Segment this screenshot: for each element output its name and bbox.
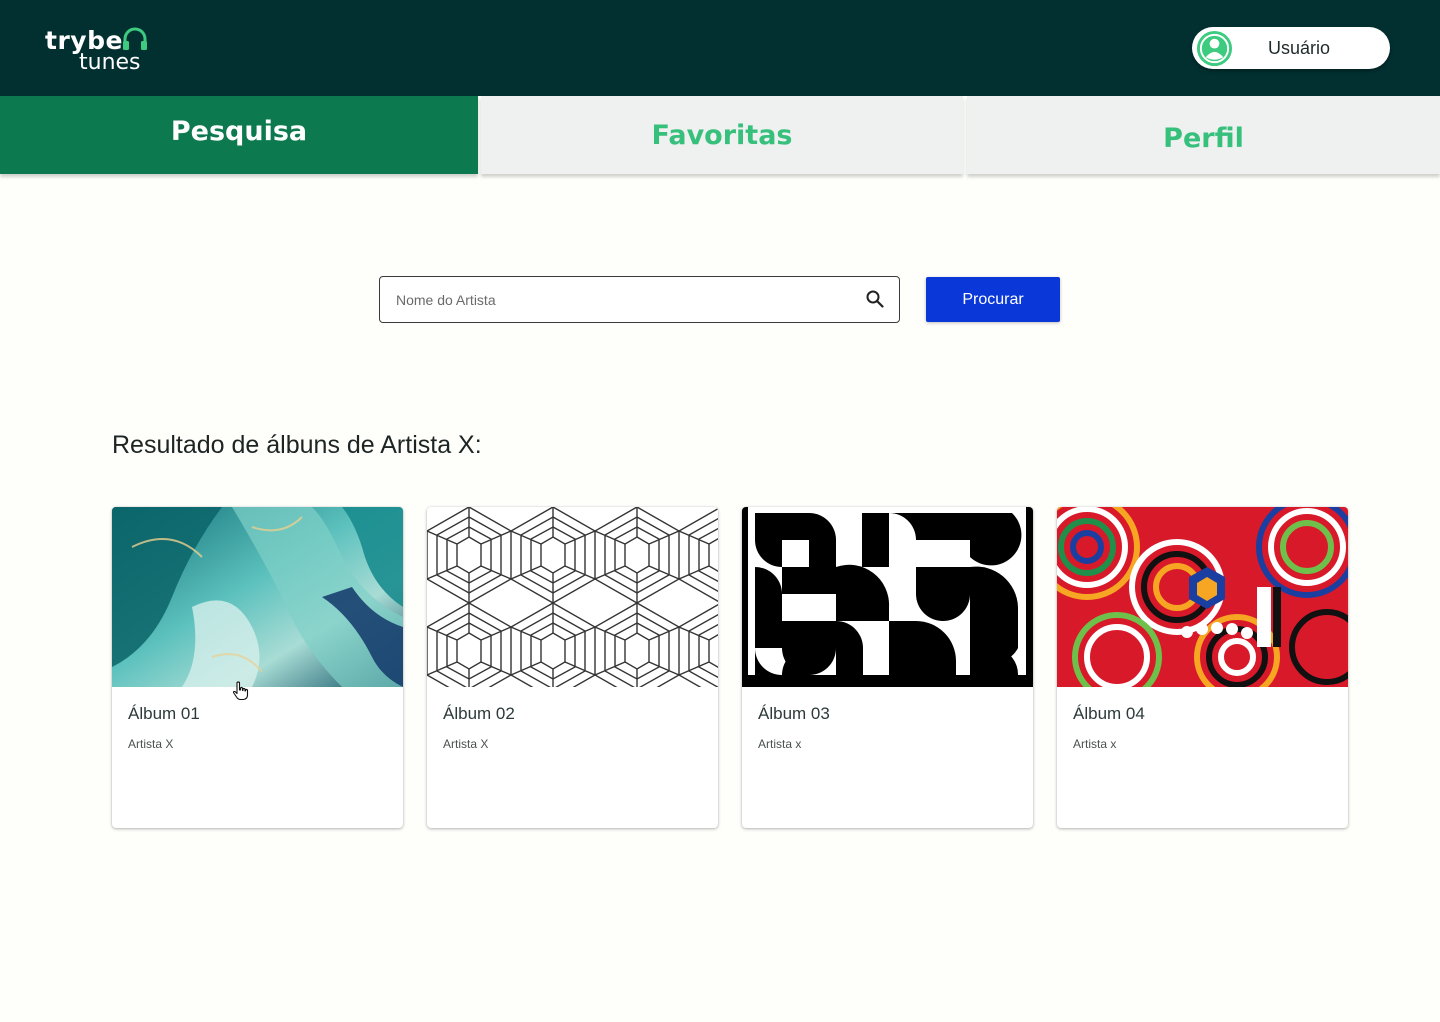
hand-pointer-cursor-icon (232, 681, 249, 701)
user-profile-pill[interactable]: Usuário (1192, 27, 1390, 69)
tab-favoritas[interactable]: Favoritas (481, 96, 963, 174)
album-artist: Artista x (758, 737, 802, 751)
search-button[interactable]: Procurar (926, 277, 1060, 322)
user-name: Usuário (1268, 38, 1331, 58)
album-card[interactable]: Álbum 02 Artista X (427, 507, 718, 828)
tab-label: Favoritas (651, 119, 793, 151)
tab-label: Perfil (1163, 122, 1244, 154)
album-cover-image (742, 507, 1033, 687)
album-cover-image (112, 507, 403, 687)
search-field (379, 276, 900, 323)
album-card[interactable]: Álbum 04 Artista x (1057, 507, 1348, 828)
search-input[interactable] (396, 289, 856, 311)
tab-pesquisa[interactable]: Pesquisa (0, 96, 478, 174)
search-icon[interactable] (866, 290, 884, 308)
main-tabs: Pesquisa Favoritas Perfil (0, 96, 1440, 176)
tab-label: Pesquisa (170, 115, 308, 147)
results-title: Resultado de álbuns de Artista X: (112, 431, 482, 459)
album-cover-image (427, 507, 718, 687)
trybe-tunes-logo[interactable]: trybe tunes (45, 26, 165, 76)
album-artist: Artista X (443, 737, 489, 751)
album-title: Álbum 04 (1073, 704, 1145, 723)
album-cover-image (1057, 507, 1348, 687)
tab-perfil[interactable]: Perfil (967, 96, 1440, 174)
album-title: Álbum 03 (758, 704, 830, 723)
app-header: trybe tunes Usuário (0, 0, 1440, 96)
album-artist: Artista X (128, 737, 174, 751)
headphones-icon (123, 27, 147, 50)
album-artist: Artista x (1073, 737, 1117, 751)
logo-text-bottom: tunes (79, 50, 141, 75)
album-title: Álbum 02 (443, 704, 515, 723)
album-card[interactable]: Álbum 01 Artista X (112, 507, 403, 828)
user-avatar-icon (1196, 30, 1233, 67)
album-card[interactable]: Álbum 03 Artista x (742, 507, 1033, 828)
album-title: Álbum 01 (128, 704, 200, 723)
